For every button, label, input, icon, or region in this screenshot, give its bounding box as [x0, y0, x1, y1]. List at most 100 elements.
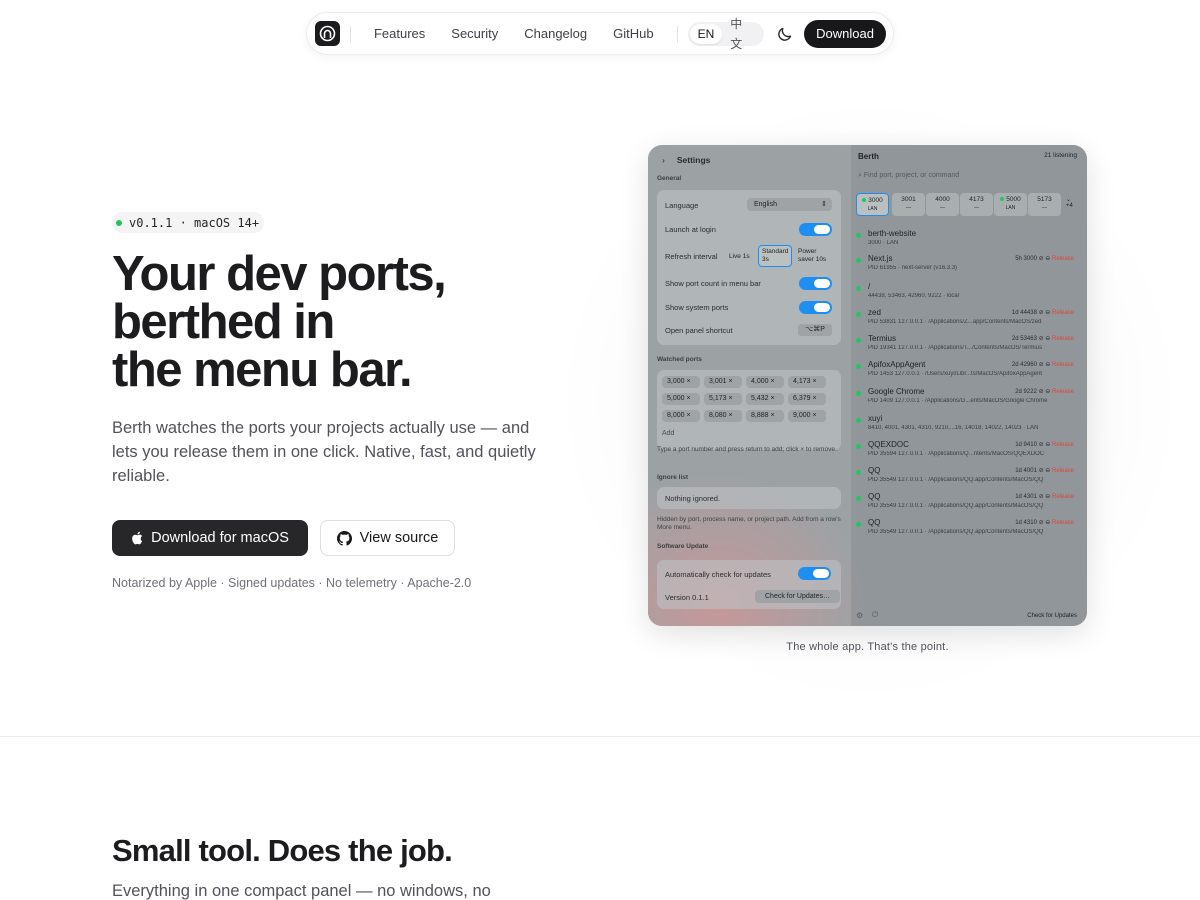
status-dot-icon	[856, 444, 861, 449]
download-macos-label: Download for macOS	[151, 530, 289, 546]
release-button[interactable]: Release	[1052, 442, 1074, 448]
port-list-item[interactable]: QQ PID 35549 127.0.0.1 · /Applications/QQ…	[856, 491, 1076, 517]
port-chip[interactable]: 5,000 ×	[662, 393, 700, 405]
more-tabs-count: +4	[1066, 203, 1073, 209]
port-item-uptime: 1d 4301	[1015, 494, 1037, 500]
port-chip[interactable]: 8,080 ×	[704, 410, 742, 422]
release-button[interactable]: Release	[1052, 520, 1074, 526]
port-chip[interactable]: 5,173 ×	[704, 393, 742, 405]
more-tabs-button[interactable]: ⌄ +4	[1066, 196, 1073, 209]
refresh-opt-live[interactable]: Live 1s	[729, 253, 750, 261]
moon-icon[interactable]	[776, 25, 794, 43]
refresh-opt-standard[interactable]: Standard 3s	[758, 245, 792, 267]
port-chip[interactable]: 4,000 ×	[746, 376, 784, 388]
port-tab[interactable]: 5000 LAN	[994, 193, 1027, 216]
port-list-item[interactable]: QQ PID 35549 127.0.0.1 · /Applications/QQ…	[856, 465, 1076, 491]
chevron-updown-icon: ⇕	[821, 201, 827, 208]
lang-zh-button[interactable]: 中文	[722, 14, 762, 54]
nav-link-changelog[interactable]: Changelog	[511, 26, 600, 41]
port-tab-sub: LAN	[1005, 205, 1016, 211]
footer-check-updates[interactable]: Check for Updates	[1027, 613, 1077, 619]
release-button[interactable]: Release	[1052, 389, 1074, 395]
refresh-opt-power[interactable]: Power saver 10s	[798, 248, 834, 264]
port-list-item[interactable]: xuyi 8410, 4001, 4301, 4310, 9210,...16, …	[856, 413, 1076, 439]
more-icon[interactable]: ⊘ ⊖	[1037, 520, 1052, 526]
port-tab[interactable]: 5173 —	[1028, 193, 1061, 216]
system-ports-toggle[interactable]	[799, 301, 832, 314]
status-dot-icon	[856, 496, 861, 501]
more-icon[interactable]: ⊘ ⊖	[1037, 310, 1052, 316]
trust-line: Notarized by Apple · Signed updates · No…	[112, 576, 472, 590]
port-list-item[interactable]: Next.js PID 61955 · next-server (v16.3.3)…	[856, 253, 1076, 279]
port-item-detail: PID 1453 127.0.0.1 · /Users/xuyi/Libr...…	[868, 371, 1043, 377]
chevron-right-icon[interactable]: ›	[662, 155, 665, 165]
release-button[interactable]: Release	[1052, 336, 1074, 342]
port-tab-number: 4000	[935, 196, 950, 203]
release-button[interactable]: Release	[1052, 468, 1074, 474]
nav-divider	[676, 25, 678, 42]
port-tabs: 3000 LAN 3001— 4000— 4173— 5000 LAN 5173— …	[856, 193, 1082, 217]
more-icon[interactable]: ⊘ ⊖	[1037, 336, 1052, 342]
download-macos-button[interactable]: Download for macOS	[112, 520, 308, 556]
port-chip[interactable]: 6,379 ×	[788, 393, 826, 405]
port-tab[interactable]: 3000 LAN	[856, 193, 889, 216]
ignore-empty: Nothing ignored.	[665, 494, 721, 503]
port-tab[interactable]: 4000 —	[926, 193, 959, 216]
ports-search-input[interactable]: ⌕ Find port, project, or command	[858, 172, 959, 180]
port-chip[interactable]: 3,000 ×	[662, 376, 700, 388]
port-tab[interactable]: 3001 —	[892, 193, 925, 216]
section-title: Small tool. Does the job.	[112, 833, 453, 868]
launch-toggle[interactable]	[799, 223, 832, 236]
nav-download-button[interactable]: Download	[804, 19, 886, 48]
check-updates-button[interactable]: Check for Updates…	[755, 590, 840, 603]
add-port-input[interactable]: Add	[662, 430, 674, 437]
nav-link-github[interactable]: GitHub	[600, 26, 666, 41]
port-item-detail: PID 35549 127.0.0.1 · /Applications/QQ.a…	[868, 477, 1044, 483]
status-dot-icon	[856, 470, 861, 475]
port-list-item[interactable]: QQ PID 35549 127.0.0.1 · /Applications/QQ…	[856, 517, 1076, 543]
language-select[interactable]: English ⇕	[747, 198, 832, 211]
more-icon[interactable]: ⊘ ⊖	[1037, 494, 1052, 500]
nav-link-security[interactable]: Security	[438, 26, 511, 41]
berth-logo-icon[interactable]	[315, 21, 340, 46]
port-chip[interactable]: 8,000 ×	[662, 410, 700, 422]
port-list-item[interactable]: zed PID 53831 127.0.0.1 · /Applications/Z…	[856, 307, 1076, 333]
port-chip[interactable]: 9,000 ×	[788, 410, 826, 422]
release-button[interactable]: Release	[1052, 256, 1074, 262]
auto-update-toggle[interactable]	[798, 567, 831, 580]
more-icon[interactable]: ⊘ ⊖	[1037, 468, 1052, 474]
port-item-uptime: 2d 9222	[1015, 389, 1037, 395]
status-dot-icon	[856, 418, 861, 423]
port-chip[interactable]: 4,173 ×	[788, 376, 826, 388]
more-icon[interactable]: ⊘ ⊖	[1037, 362, 1052, 368]
port-chip[interactable]: 3,001 ×	[704, 376, 742, 388]
port-item-meta: 1d 4001 ⊘ ⊖ Release	[1015, 467, 1074, 474]
menu-count-toggle[interactable]	[799, 277, 832, 290]
port-list-item[interactable]: ApifoxAppAgent PID 1453 127.0.0.1 · /User…	[856, 359, 1076, 385]
more-icon[interactable]: ⊘ ⊖	[1037, 442, 1052, 448]
release-button[interactable]: Release	[1052, 494, 1074, 500]
nav-link-features[interactable]: Features	[361, 26, 438, 41]
more-icon[interactable]: ⊘ ⊖	[1037, 389, 1052, 395]
status-dot-icon	[856, 258, 861, 263]
release-button[interactable]: Release	[1052, 362, 1074, 368]
view-source-button[interactable]: View source	[320, 520, 455, 556]
release-button[interactable]: Release	[1052, 310, 1074, 316]
shortcut-label: Open panel shortcut	[665, 326, 733, 335]
port-chip[interactable]: 8,888 ×	[746, 410, 784, 422]
port-list-item[interactable]: Google Chrome PID 1409 127.0.0.1 · /Appli…	[856, 386, 1076, 412]
port-list-item[interactable]: Termius PID 19341 127.0.0.1 · /Applicatio…	[856, 333, 1076, 359]
port-tab-number: 5000	[1006, 196, 1021, 203]
port-list-item[interactable]: QQEXDOC PID 35594 127.0.0.1 · /Applicatio…	[856, 439, 1076, 465]
port-chip[interactable]: 5,432 ×	[746, 393, 784, 405]
port-tab[interactable]: 4173 —	[960, 193, 993, 216]
update-card: Automatically check for updates Version …	[657, 560, 841, 609]
shortcut-key[interactable]: ⌥⌘P	[798, 324, 832, 336]
port-item-name: ApifoxAppAgent	[868, 360, 926, 369]
more-icon[interactable]: ⊘ ⊖	[1037, 256, 1052, 262]
port-item-meta: 1d 44438 ⊘ ⊖ Release	[1012, 309, 1074, 316]
port-list-item[interactable]: berth-website 3000 · LAN	[856, 228, 1076, 254]
lang-en-button[interactable]: EN	[689, 23, 723, 44]
status-dot-icon	[856, 338, 861, 343]
port-list-item[interactable]: / 44438, 53463, 42960, 9222 · local	[856, 281, 1076, 307]
